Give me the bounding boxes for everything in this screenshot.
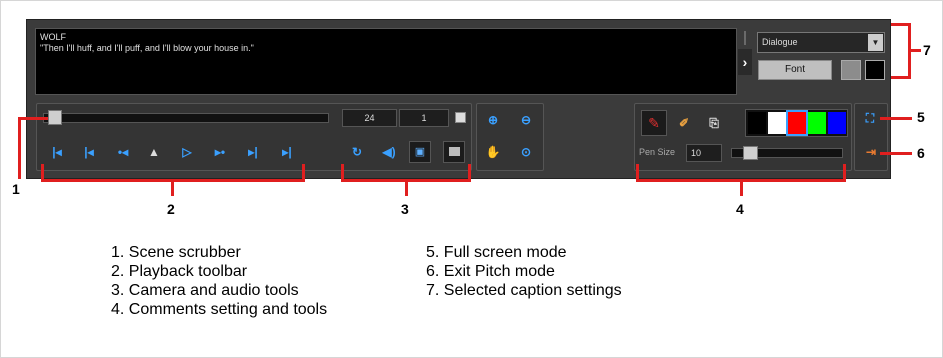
zoom-in-icon[interactable]: ⊕ bbox=[483, 110, 503, 130]
callout-bracket-7 bbox=[891, 23, 911, 79]
hand-icon[interactable]: ✋ bbox=[483, 142, 503, 162]
caption-style-select[interactable]: Dialogue ▼ bbox=[757, 32, 885, 53]
caption-style-value: Dialogue bbox=[762, 37, 798, 47]
callout-number-1: 1 bbox=[12, 181, 20, 197]
camera-view-button[interactable]: ▣ bbox=[409, 141, 431, 163]
camera-icon: ▣ bbox=[414, 146, 426, 158]
callout-bracket-2 bbox=[41, 164, 305, 182]
frame-field[interactable]: 1 bbox=[399, 109, 449, 127]
callout-bracket-3 bbox=[341, 164, 471, 182]
play-segment-icon[interactable]: ▲ bbox=[144, 142, 164, 162]
callout-line-5 bbox=[880, 117, 912, 120]
exit-pitch-mode-icon[interactable]: ⇥ bbox=[861, 142, 881, 162]
pitch-mode-diagram: WOLF "Then I'll huff, and I'll puff, and… bbox=[0, 0, 943, 358]
loop-icon[interactable]: ↻ bbox=[347, 142, 367, 162]
sound-icon[interactable]: ◀) bbox=[379, 142, 399, 162]
first-frame-icon[interactable]: |◂ bbox=[47, 142, 67, 162]
callout-tick-4 bbox=[740, 182, 743, 196]
legend-item: 1. Scene scrubber bbox=[111, 244, 241, 261]
next-keyframe-icon[interactable]: ▸| bbox=[243, 142, 263, 162]
legend-right: 5. Full screen mode 6. Exit Pitch mode 7… bbox=[426, 243, 622, 300]
callout-tick-2 bbox=[171, 182, 174, 196]
callout-number-6: 6 bbox=[917, 145, 925, 161]
pen-color-swatch[interactable] bbox=[808, 112, 826, 134]
previous-frame-icon[interactable]: •◂ bbox=[113, 142, 133, 162]
loop-checkbox[interactable] bbox=[455, 112, 466, 123]
callout-number-7: 7 bbox=[923, 42, 931, 58]
zoom-out-icon[interactable]: ⊖ bbox=[516, 110, 536, 130]
eraser-icon[interactable]: ✐ bbox=[674, 113, 694, 133]
pen-size-label: Pen Size bbox=[639, 147, 676, 157]
brush-tool-button[interactable]: ✎ bbox=[641, 110, 667, 136]
safe-area-button[interactable] bbox=[443, 141, 465, 163]
fps-field[interactable]: 24 bbox=[342, 109, 397, 127]
previous-keyframe-icon[interactable]: |◂ bbox=[79, 142, 99, 162]
pen-color-palette bbox=[745, 109, 848, 137]
safe-area-icon bbox=[448, 147, 460, 156]
pen-color-swatch[interactable] bbox=[768, 112, 786, 134]
font-button[interactable]: Font bbox=[758, 60, 832, 80]
pen-color-swatch[interactable] bbox=[748, 112, 766, 134]
pen-color-swatch[interactable] bbox=[786, 110, 808, 136]
pen-size-slider-thumb[interactable] bbox=[743, 146, 758, 160]
play-icon[interactable]: ▷ bbox=[177, 142, 197, 162]
callout-number-5: 5 bbox=[917, 109, 925, 125]
legend-left: 1. Scene scrubber 2. Playback toolbar 3.… bbox=[111, 243, 327, 319]
legend-item: 7. Selected caption settings bbox=[426, 282, 622, 299]
pen-color-swatch[interactable] bbox=[828, 112, 846, 134]
pen-size-field[interactable]: 10 bbox=[686, 144, 722, 162]
caption-color-swatch-1[interactable] bbox=[841, 60, 861, 80]
callout-bracket-4 bbox=[636, 164, 846, 182]
caption-text: "Then I'll huff, and I'll puff, and I'll… bbox=[40, 43, 254, 53]
caption-display[interactable]: WOLF "Then I'll huff, and I'll puff, and… bbox=[35, 28, 737, 95]
clear-comments-icon[interactable]: ⎘ bbox=[704, 113, 724, 133]
legend-item: 3. Camera and audio tools bbox=[111, 282, 299, 299]
collapse-arrow-icon[interactable]: › bbox=[738, 31, 752, 75]
callout-tick-7 bbox=[911, 49, 921, 52]
last-frame-icon[interactable]: ▸| bbox=[277, 142, 297, 162]
caption-color-swatch-2[interactable] bbox=[865, 60, 885, 80]
callout-tick-3 bbox=[405, 182, 408, 196]
next-frame-icon[interactable]: ▸• bbox=[210, 142, 230, 162]
full-screen-icon[interactable]: ⛶ bbox=[860, 108, 880, 128]
chevron-down-icon: ▼ bbox=[868, 34, 883, 51]
scene-scrubber[interactable] bbox=[43, 113, 329, 123]
callout-line-1v bbox=[18, 117, 21, 179]
callout-number-4: 4 bbox=[736, 201, 744, 217]
caption-speaker: WOLF bbox=[40, 32, 66, 42]
legend-item: 2. Playback toolbar bbox=[111, 263, 248, 280]
callout-line-6 bbox=[880, 152, 912, 155]
legend-item: 6. Exit Pitch mode bbox=[426, 263, 555, 280]
scene-scrubber-thumb[interactable] bbox=[48, 110, 63, 125]
legend-item: 5. Full screen mode bbox=[426, 244, 567, 261]
callout-number-3: 3 bbox=[401, 201, 409, 217]
legend-item: 4. Comments setting and tools bbox=[111, 301, 328, 318]
callout-line-1h bbox=[18, 117, 48, 120]
reset-zoom-icon[interactable]: ⊙ bbox=[516, 142, 536, 162]
brush-icon: ✎ bbox=[648, 115, 660, 131]
callout-number-2: 2 bbox=[167, 201, 175, 217]
